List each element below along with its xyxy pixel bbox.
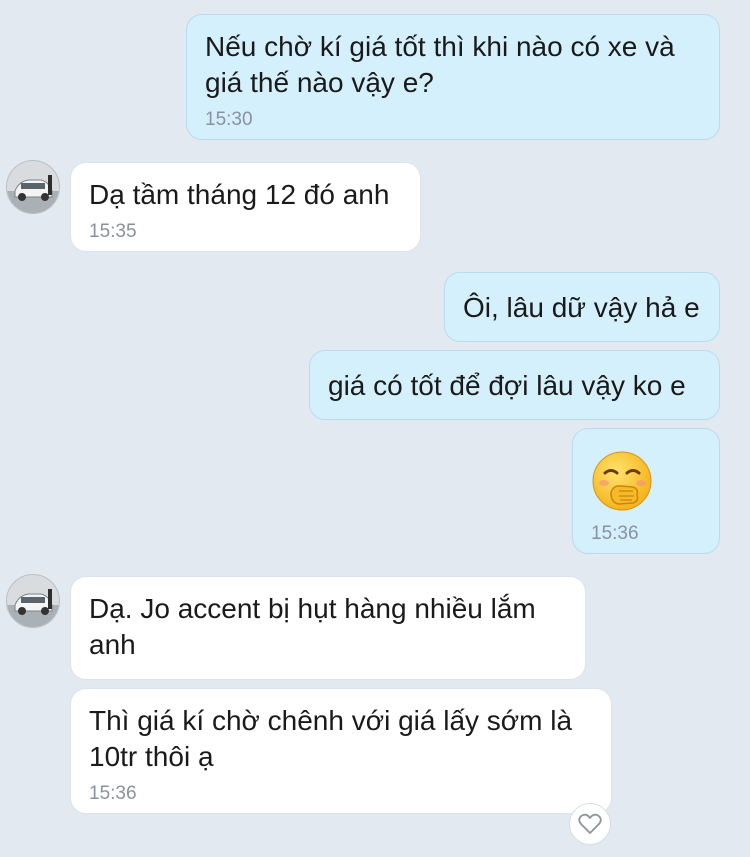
message-text: giá có tốt để đợi lâu vậy ko e [328, 370, 686, 401]
message-text: Nếu chờ kí giá tốt thì khi nào có xe và … [205, 31, 675, 98]
message-timestamp: 15:30 [205, 109, 253, 130]
grinning-hand-over-mouth-emoji-icon [592, 451, 652, 511]
message-timestamp: 15:36 [591, 523, 639, 544]
message-bubble-outgoing-sticker[interactable]: 15:36 [572, 428, 720, 554]
message-text: Dạ tầm tháng 12 đó anh [89, 179, 390, 210]
message-bubble-incoming[interactable]: Dạ tầm tháng 12 đó anh 15:35 [70, 162, 421, 252]
message-timestamp: 15:36 [89, 783, 137, 804]
message-text: Thì giá kí chờ chênh với giá lấy sớm là … [89, 705, 573, 772]
message-text: Ôi, lâu dữ vậy hả e [463, 292, 700, 323]
message-timestamp: 15:35 [89, 221, 137, 242]
message-bubble-incoming[interactable]: Dạ. Jo accent bị hụt hàng nhiều lắm anh [70, 576, 586, 680]
message-text: Dạ. Jo accent bị hụt hàng nhiều lắm anh [89, 593, 536, 660]
car-photo-avatar-icon [7, 161, 59, 213]
message-bubble-outgoing[interactable]: Ôi, lâu dữ vậy hả e [444, 272, 720, 342]
avatar[interactable] [6, 574, 60, 628]
avatar[interactable] [6, 160, 60, 214]
car-photo-avatar-icon [7, 575, 59, 627]
message-bubble-outgoing[interactable]: giá có tốt để đợi lâu vậy ko e [309, 350, 720, 420]
message-bubble-incoming[interactable]: Thì giá kí chờ chênh với giá lấy sớm là … [70, 688, 612, 814]
message-bubble-outgoing[interactable]: Nếu chờ kí giá tốt thì khi nào có xe và … [186, 14, 720, 140]
react-heart-button[interactable] [569, 803, 611, 845]
heart-outline-icon [578, 813, 602, 834]
